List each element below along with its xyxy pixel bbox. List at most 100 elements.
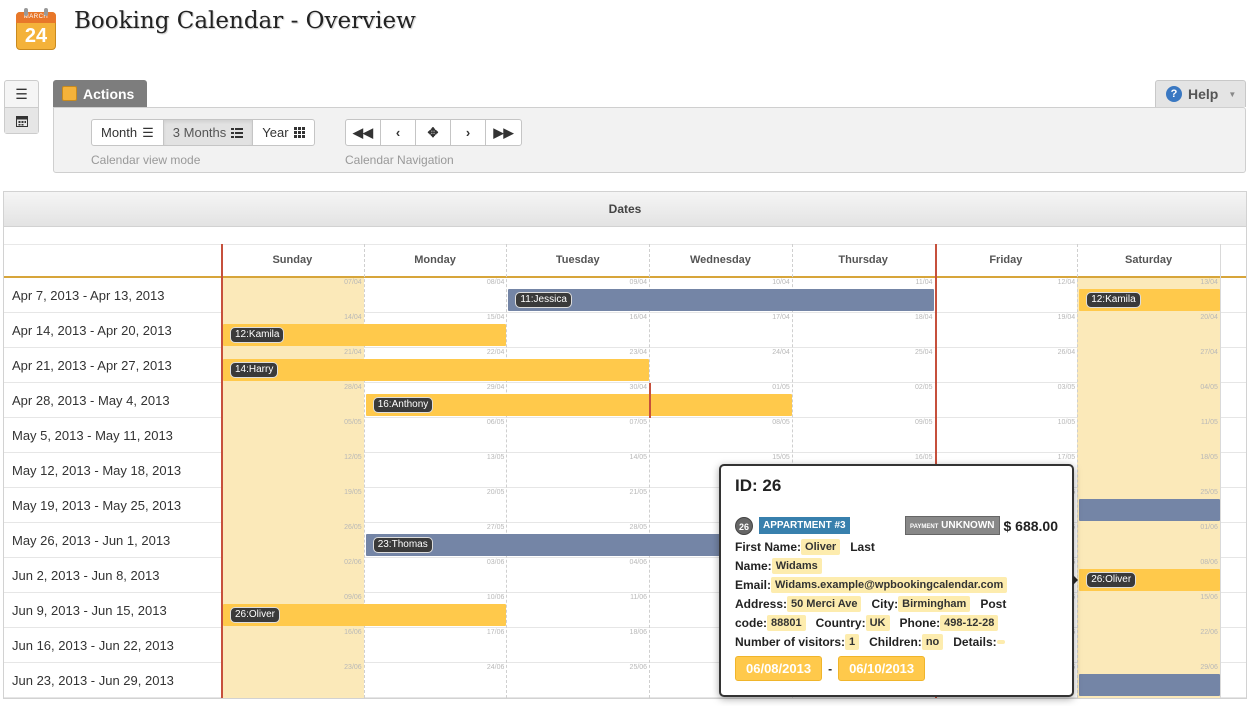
last-name-label-a: Last <box>850 540 875 554</box>
day-cell[interactable]: 23/06 <box>221 663 364 698</box>
day-number: 17/06 <box>486 629 505 636</box>
day-number: 12/04 <box>1057 279 1076 286</box>
day-cell[interactable]: 07/05 <box>506 418 649 453</box>
previous-button[interactable]: ‹ <box>381 120 416 145</box>
booking-bar[interactable] <box>1079 674 1220 696</box>
today-button[interactable]: ✥ <box>416 120 451 145</box>
day-cell[interactable]: 12/05 <box>221 453 364 488</box>
visitors-value: 1 <box>845 634 860 650</box>
fast-forward-button[interactable]: ▶▶ <box>486 120 521 145</box>
day-cell[interactable]: 28/04 <box>221 383 364 418</box>
day-cell[interactable]: 27/04 <box>1077 348 1220 383</box>
view-year-button[interactable]: Year <box>253 120 313 145</box>
tab-actions[interactable]: Actions <box>53 80 147 107</box>
day-cell[interactable]: 18/06 <box>506 628 649 663</box>
day-cell[interactable]: 02/05 <box>792 383 935 418</box>
day-number: 22/04 <box>486 349 505 356</box>
day-cell[interactable]: 26/05 <box>221 523 364 558</box>
booking-bar[interactable]: 14:Harry <box>223 359 650 381</box>
day-cell[interactable]: 04/05 <box>1077 383 1220 418</box>
day-cell[interactable]: 20/05 <box>364 488 507 523</box>
booking-label[interactable]: 12:Kamila <box>230 327 285 343</box>
day-cell[interactable]: 18/05 <box>1077 453 1220 488</box>
day-cell[interactable]: 02/06 <box>221 558 364 593</box>
address-label: Address: <box>735 597 788 611</box>
day-number: 22/06 <box>1200 629 1218 636</box>
day-number: 29/04 <box>486 384 505 391</box>
week-row: Apr 14, 2013 - Apr 20, 2013 14/04 15/04 16/… <box>4 313 1246 348</box>
popup-title: ID: 26 <box>735 476 782 495</box>
day-cell[interactable]: 11/06 <box>506 593 649 628</box>
day-cell[interactable]: 19/04 <box>935 313 1078 348</box>
day-cell[interactable]: 05/05 <box>221 418 364 453</box>
booking-label[interactable]: 11:Jessica <box>515 292 572 308</box>
next-button[interactable]: › <box>451 120 486 145</box>
day-cell[interactable]: 26/04 <box>935 348 1078 383</box>
booking-label[interactable]: 23:Thomas <box>372 537 433 553</box>
booking-bar[interactable]: 26:Oliver <box>223 604 507 626</box>
day-cell[interactable]: 08/05 <box>649 418 792 453</box>
weekday-saturday: Saturday <box>1124 254 1173 266</box>
day-number: 10/05 <box>1057 419 1076 426</box>
booking-label[interactable]: 14:Harry <box>230 362 279 378</box>
day-number: 18/04 <box>914 314 933 321</box>
day-cell[interactable]: 04/06 <box>506 558 649 593</box>
view-month-button[interactable]: Month ☰ <box>92 120 164 145</box>
day-cell[interactable]: 22/06 <box>1077 628 1220 663</box>
fast-backward-button[interactable]: ◀◀ <box>346 120 381 145</box>
booking-label[interactable]: 16:Anthony <box>372 397 434 413</box>
booking-bar[interactable]: 26:Oliver <box>1079 569 1220 591</box>
day-number: 02/06 <box>344 559 362 566</box>
day-cell[interactable]: 08/04 <box>364 278 507 313</box>
day-number: 26/05 <box>344 524 362 531</box>
booking-bar[interactable]: 11:Jessica <box>508 289 935 311</box>
day-cell[interactable]: 07/04 <box>221 278 364 313</box>
booking-label[interactable]: 26:Oliver <box>1086 572 1137 588</box>
day-number: 20/05 <box>486 489 505 496</box>
day-cell[interactable]: 03/06 <box>364 558 507 593</box>
calendar-view-icon[interactable] <box>5 107 38 133</box>
day-number: 19/05 <box>344 489 362 496</box>
day-cell[interactable]: 17/04 <box>649 313 792 348</box>
day-number: 11/04 <box>915 279 933 286</box>
day-number: 04/05 <box>1200 384 1218 391</box>
view-3months-button[interactable]: 3 Months <box>163 120 254 145</box>
day-cell[interactable]: 19/05 <box>221 488 364 523</box>
day-cell[interactable]: 09/05 <box>792 418 935 453</box>
booking-label[interactable]: 12:Kamila <box>1086 292 1141 308</box>
booking-bar[interactable]: 12:Kamila <box>223 324 507 346</box>
day-cell[interactable]: 24/04 <box>649 348 792 383</box>
weekday-sunday: Sunday <box>272 254 313 266</box>
day-cell[interactable]: 16/06 <box>221 628 364 663</box>
booking-bar[interactable]: 16:Anthony <box>365 394 792 416</box>
day-cell[interactable]: 10/05 <box>935 418 1078 453</box>
booking-bar[interactable]: 12:Kamila <box>1079 289 1220 311</box>
week-label: Apr 28, 2013 - May 4, 2013 <box>12 393 170 408</box>
day-cell[interactable]: 24/06 <box>364 663 507 698</box>
chevron-right-icon: › <box>465 125 471 140</box>
day-cell[interactable]: 06/05 <box>364 418 507 453</box>
day-cell[interactable]: 25/06 <box>506 663 649 698</box>
resource-badge: APPARTMENT #3 <box>759 517 850 534</box>
list-view-icon[interactable]: ☰ <box>5 81 38 107</box>
day-cell[interactable]: 03/05 <box>935 383 1078 418</box>
booking-label[interactable]: 26:Oliver <box>230 607 281 623</box>
day-cell[interactable]: 21/05 <box>506 488 649 523</box>
day-cell[interactable]: 01/06 <box>1077 523 1220 558</box>
post-code-label-b: code: <box>735 616 768 630</box>
day-cell[interactable]: 11/05 <box>1077 418 1220 453</box>
day-number: 04/06 <box>629 559 648 566</box>
day-cell[interactable]: 20/04 <box>1077 313 1220 348</box>
day-cell[interactable]: 17/06 <box>364 628 507 663</box>
day-number: 17/04 <box>772 314 790 321</box>
help-button[interactable]: ? Help ▼ <box>1155 80 1246 107</box>
day-cell[interactable]: 12/04 <box>935 278 1078 313</box>
day-cell[interactable]: 14/05 <box>506 453 649 488</box>
day-cell[interactable]: 13/05 <box>364 453 507 488</box>
day-cell[interactable]: 16/04 <box>506 313 649 348</box>
day-cell[interactable]: 18/04 <box>792 313 935 348</box>
day-cell[interactable]: 15/06 <box>1077 593 1220 628</box>
booking-bar[interactable] <box>1079 499 1220 521</box>
day-number: 21/05 <box>629 489 648 496</box>
day-cell[interactable]: 25/04 <box>792 348 935 383</box>
